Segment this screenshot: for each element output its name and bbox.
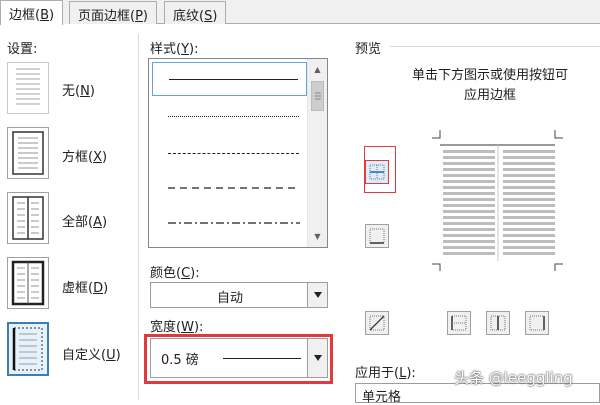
style-listbox[interactable]: ▲ ▼ bbox=[148, 58, 328, 248]
left-border-icon bbox=[451, 315, 467, 331]
color-heading: 颜色(C): bbox=[150, 266, 200, 281]
setting-none-label[interactable]: 无(N) bbox=[62, 80, 95, 99]
right-border-icon bbox=[529, 315, 545, 331]
settings-heading: 设置: bbox=[7, 42, 38, 57]
color-value: 自动 bbox=[216, 291, 243, 306]
border-inside-vertical-button[interactable] bbox=[486, 311, 510, 335]
style-option-dashed[interactable] bbox=[152, 136, 307, 170]
style-option-solid[interactable] bbox=[152, 62, 307, 96]
apply-to-heading: 应用于(L): bbox=[355, 366, 416, 381]
border-bottom-button[interactable] bbox=[365, 224, 389, 248]
bottom-border-icon bbox=[369, 228, 385, 244]
border-diagonal-button[interactable] bbox=[365, 311, 389, 335]
scroll-thumb[interactable] bbox=[311, 81, 324, 111]
scroll-up-icon[interactable]: ▲ bbox=[308, 61, 327, 78]
color-dropdown[interactable]: 自动 bbox=[150, 282, 328, 308]
column-divider bbox=[138, 34, 139, 400]
page-lines-icon bbox=[16, 68, 40, 105]
setting-grid-label[interactable]: 虚框(D) bbox=[62, 277, 108, 296]
highlight-box bbox=[364, 146, 396, 193]
style-option-dash-spaced[interactable] bbox=[152, 171, 307, 205]
style-option-dotted[interactable] bbox=[152, 99, 307, 133]
tab-page-border[interactable]: 页面边框(P) bbox=[69, 1, 157, 24]
border-left-button[interactable] bbox=[447, 311, 471, 335]
preview-text-lines bbox=[443, 150, 555, 260]
setting-custom-icon[interactable] bbox=[7, 322, 49, 376]
style-option-dash-dot[interactable] bbox=[152, 206, 307, 240]
diagonal-border-icon bbox=[369, 315, 385, 331]
setting-box-label[interactable]: 方框(X) bbox=[62, 146, 107, 165]
chevron-down-icon[interactable] bbox=[307, 283, 327, 307]
setting-none-icon[interactable] bbox=[7, 62, 49, 114]
tab-shading[interactable]: 底纹(S) bbox=[164, 1, 227, 24]
style-scrollbar[interactable]: ▲ ▼ bbox=[307, 59, 327, 247]
tab-strip: 边框(B) 页面边框(P) 底纹(S) bbox=[0, 0, 600, 25]
apply-to-value: 单元格 bbox=[362, 390, 402, 405]
preview-hint: 单击下方图示或使用按钮可 应用边框 bbox=[411, 68, 568, 103]
preview-group-line bbox=[390, 46, 600, 47]
watermark-text: 头条 @leeggling bbox=[454, 369, 573, 387]
width-heading: 宽度(W): bbox=[150, 320, 204, 335]
inside-vertical-border-icon bbox=[490, 315, 506, 331]
preview-heading: 预览 bbox=[355, 42, 382, 57]
setting-all-label[interactable]: 全部(A) bbox=[62, 211, 107, 230]
tab-borders[interactable]: 边框(B) bbox=[0, 0, 64, 25]
scroll-down-icon[interactable]: ▼ bbox=[308, 228, 327, 245]
style-heading: 样式(Y): bbox=[150, 42, 199, 57]
setting-custom-label[interactable]: 自定义(U) bbox=[62, 344, 121, 363]
setting-all-icon[interactable] bbox=[7, 192, 49, 244]
setting-grid-icon[interactable] bbox=[7, 257, 49, 309]
highlight-box bbox=[144, 334, 333, 384]
border-right-button[interactable] bbox=[525, 311, 549, 335]
setting-box-icon[interactable] bbox=[7, 127, 49, 179]
